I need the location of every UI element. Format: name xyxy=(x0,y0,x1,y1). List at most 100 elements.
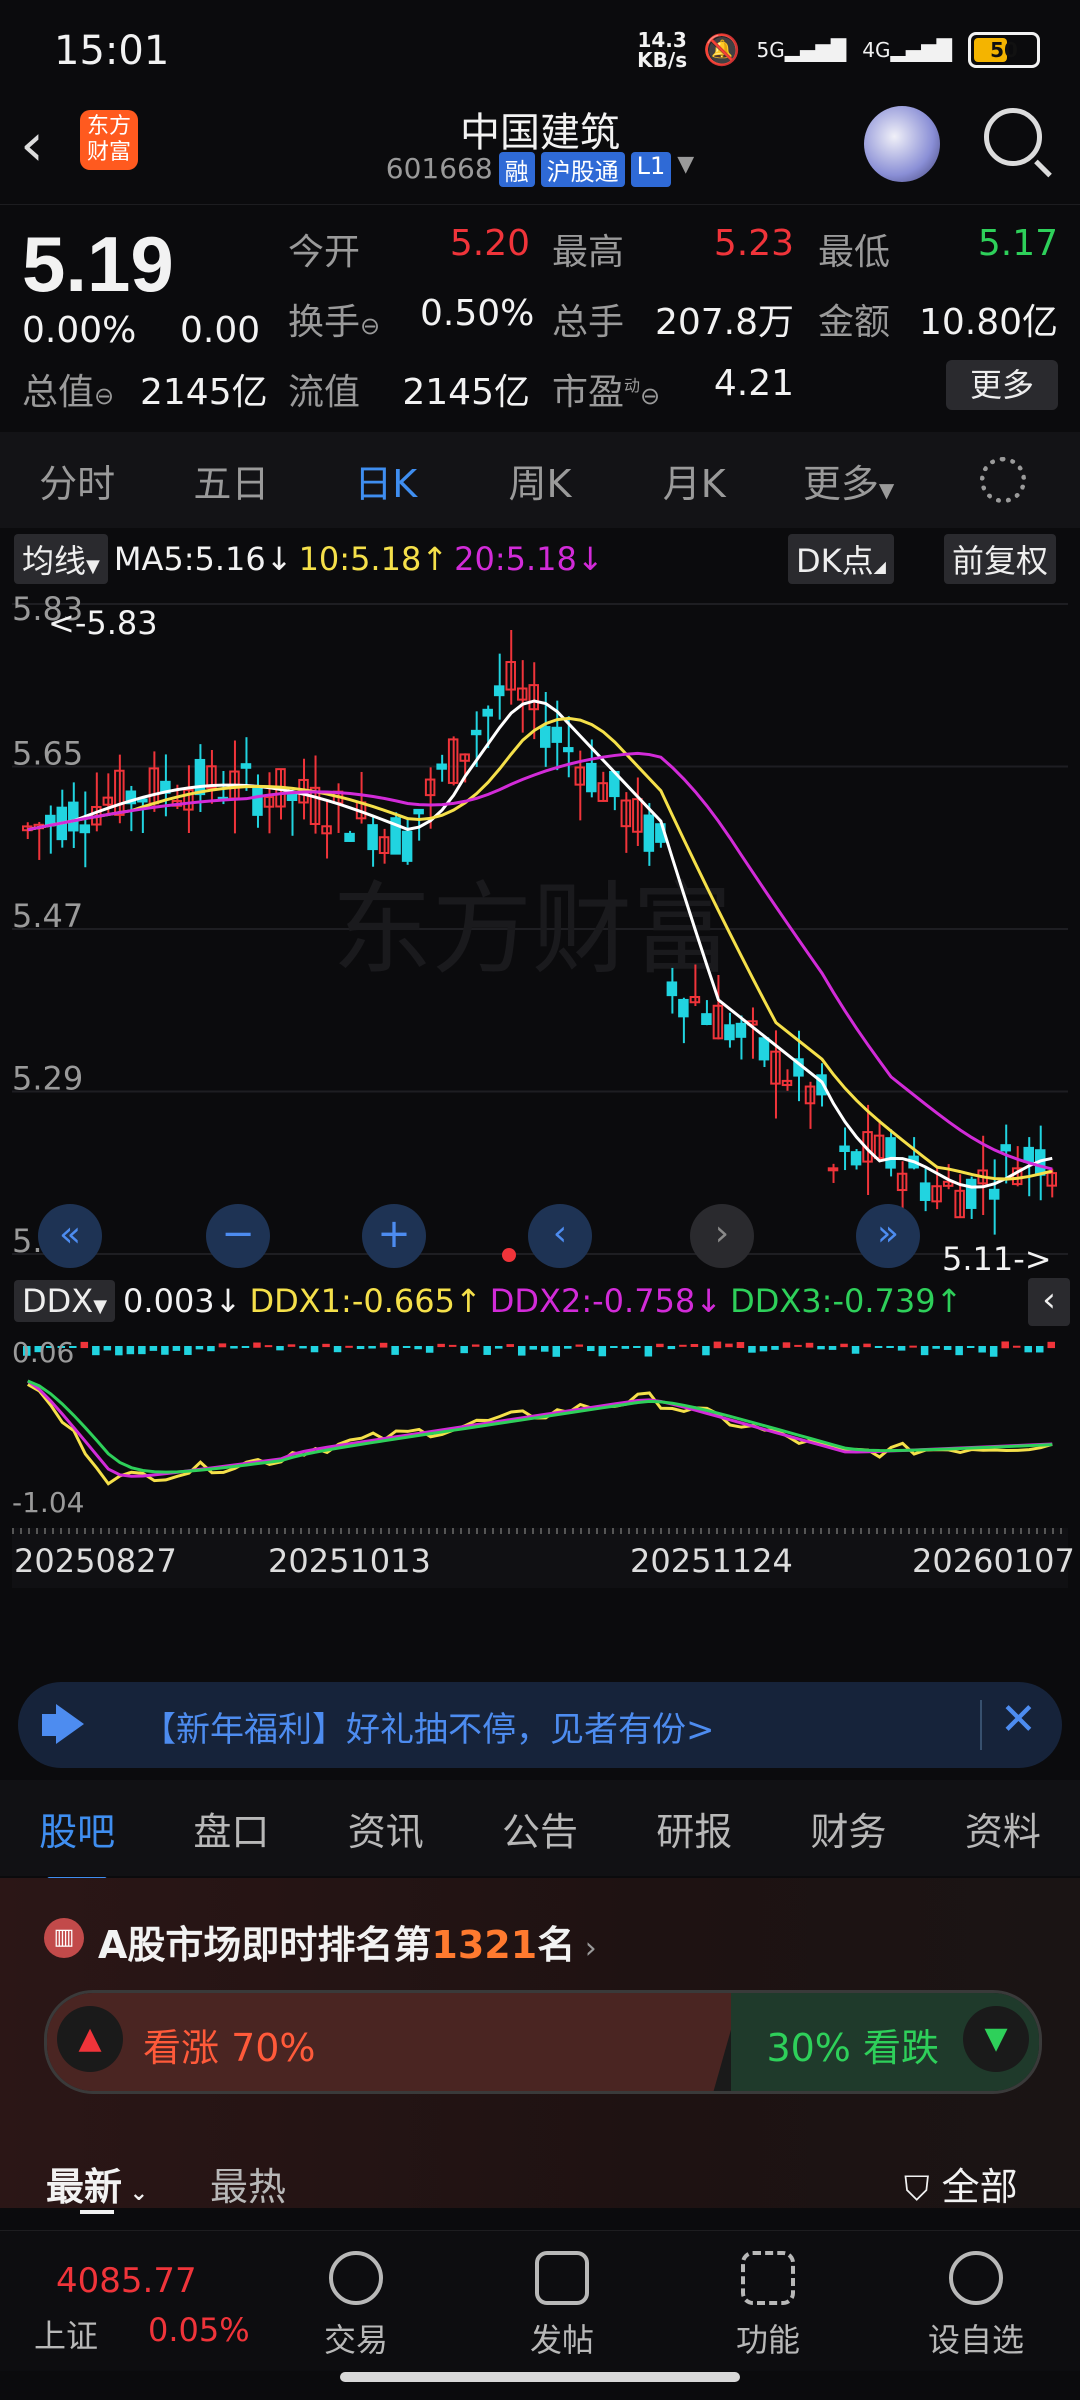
net-speed-value: 14.3 xyxy=(637,28,687,52)
signal-5g-icon: 5G▂▄▆█ xyxy=(756,38,847,62)
dk-point-button[interactable]: DK点◢ xyxy=(788,534,894,584)
index-change[interactable]: 0.05% xyxy=(148,2311,250,2349)
close-icon[interactable]: ✕ xyxy=(1000,1694,1037,1745)
filter-icon: ⛉ xyxy=(904,2169,930,2209)
ddx-bar xyxy=(437,1343,445,1348)
ddx-bar xyxy=(356,1346,365,1350)
candle-body xyxy=(724,1024,735,1041)
candle-body xyxy=(344,832,355,842)
nav-post[interactable]: 发帖 xyxy=(492,2251,632,2361)
period-tabs: 分时 五日 日K 周K 月K 更多▼ xyxy=(0,432,1080,528)
stock-code: 601668 xyxy=(385,152,493,185)
tab-daily-k[interactable]: 日K xyxy=(309,453,463,508)
bull-label: 看涨 70% xyxy=(143,2026,316,2070)
ind-y-bottom: -1.04 xyxy=(12,1486,84,1519)
more-quote-button[interactable]: 更多 xyxy=(946,360,1058,410)
y-tick-label: 5.47 xyxy=(12,897,83,935)
settings-button[interactable] xyxy=(926,457,1080,503)
tab-profile[interactable]: 资料 xyxy=(926,1801,1080,1856)
ddx-bar xyxy=(103,1346,112,1351)
ddx-bar xyxy=(932,1346,940,1349)
info-tabs: 股吧 盘口 资讯 公告 研报 财务 资料 xyxy=(0,1780,1080,1882)
tab-orderbook[interactable]: 盘口 xyxy=(154,1801,308,1856)
promo-notice[interactable]: 【新年福利】好礼抽不停，见者有份> ✕ xyxy=(18,1682,1062,1768)
ddx-bar xyxy=(402,1346,411,1348)
ddx-bar xyxy=(782,1342,791,1348)
sort-indicator xyxy=(80,2210,114,2214)
ddx-bar xyxy=(506,1344,514,1347)
candle-body xyxy=(563,747,574,753)
ma10-legend: 10:5.18↑ xyxy=(298,540,449,578)
zoom-in-icon[interactable]: + xyxy=(362,1204,426,1268)
candle-body xyxy=(839,1145,850,1153)
pe-value: 4.21 xyxy=(713,363,794,404)
y-tick-label: 5.29 xyxy=(12,1060,83,1098)
candle-body xyxy=(1023,1146,1034,1163)
ddx-bar xyxy=(184,1346,192,1355)
rank-chart-icon: ▥ xyxy=(44,1918,84,1958)
tab-announcements[interactable]: 公告 xyxy=(463,1801,617,1856)
candle-body xyxy=(1000,1144,1011,1152)
candle-body xyxy=(367,824,378,851)
index-name[interactable]: 上证 xyxy=(34,2311,98,2357)
ddx-bar xyxy=(920,1346,929,1356)
ddx-bar xyxy=(989,1346,998,1357)
connect-tag: 沪股通 xyxy=(540,152,625,187)
tab-monthly-k[interactable]: 月K xyxy=(617,453,771,508)
bearish-button[interactable]: ▼ xyxy=(963,2006,1029,2072)
sort-latest[interactable]: 最新 ⌄ xyxy=(46,2156,148,2211)
amount-value: 10.80亿 xyxy=(918,302,1058,343)
nav-add-watchlist[interactable]: 设自选 xyxy=(906,2251,1046,2361)
candle-body xyxy=(586,762,597,793)
prev-icon[interactable]: ‹ xyxy=(528,1204,592,1268)
next-icon[interactable]: › xyxy=(690,1204,754,1268)
market-rank[interactable]: A股市场即时排名第1321名 › xyxy=(98,1914,597,1969)
candle-body xyxy=(540,726,551,748)
tab-forum[interactable]: 股吧 xyxy=(0,1801,154,1882)
adjust-button[interactable]: 前复权 xyxy=(944,534,1057,584)
fast-forward-icon[interactable]: » xyxy=(856,1204,920,1268)
tab-financials[interactable]: 财务 xyxy=(771,1801,925,1856)
rewind-icon[interactable]: « xyxy=(38,1204,102,1268)
candle-body xyxy=(401,830,413,862)
index-value[interactable]: 4085.77 xyxy=(56,2261,197,2301)
tab-research[interactable]: 研报 xyxy=(617,1801,771,1856)
robot-assistant-icon[interactable] xyxy=(864,106,940,182)
indicator-selector-button[interactable]: DDX▼ xyxy=(14,1280,116,1322)
position-dot xyxy=(502,1248,516,1262)
mute-icon: 🔕 xyxy=(703,32,741,68)
ddx-bar xyxy=(299,1346,307,1349)
tab-more[interactable]: 更多▼ xyxy=(771,453,925,508)
ind-y-top: 0.06 xyxy=(12,1336,74,1369)
tab-five-day[interactable]: 五日 xyxy=(154,453,308,508)
search-icon[interactable] xyxy=(984,108,1042,166)
candle-body xyxy=(493,685,505,697)
tab-news[interactable]: 资讯 xyxy=(309,1801,463,1856)
bullish-button[interactable]: ▲ xyxy=(57,2006,123,2072)
filter-all[interactable]: ⛉ 全部 xyxy=(904,2156,1018,2211)
ddx-bar xyxy=(817,1346,825,1350)
float-label: 流值 xyxy=(288,372,361,413)
nav-functions[interactable]: 功能 xyxy=(698,2251,838,2361)
zoom-out-icon[interactable]: − xyxy=(206,1204,270,1268)
ddx-indicator-chart[interactable]: 0.06 -1.04 xyxy=(12,1332,1068,1522)
ddx-bar xyxy=(621,1346,630,1349)
last-price: 5.19 xyxy=(22,220,174,308)
collapse-icon[interactable]: ‹ xyxy=(1028,1278,1070,1326)
tab-minute[interactable]: 分时 xyxy=(0,453,154,508)
turnover-label: 换手⊖ xyxy=(288,302,381,343)
yen-icon xyxy=(329,2251,383,2305)
nav-trade[interactable]: 交易 xyxy=(286,2251,426,2361)
tab-weekly-k[interactable]: 周K xyxy=(463,453,617,508)
candle-body xyxy=(643,814,655,852)
ddx-bar xyxy=(264,1345,273,1348)
ddx-bar xyxy=(310,1346,319,1353)
candle-body xyxy=(551,726,563,743)
ddx-bar xyxy=(471,1344,480,1347)
ddx-bar xyxy=(230,1346,238,1349)
ddx-bar xyxy=(541,1346,549,1352)
candlestick-chart[interactable]: 东方财富 5.835.655.475.295.11 <-5.83 5.11-> xyxy=(12,584,1068,1274)
kline-chart-area: 均线▼ MA5:5.16↓ 10:5.18↑ 20:5.18↓ DK点◢ 前复权… xyxy=(0,528,1080,1668)
sort-hot[interactable]: 最热 xyxy=(210,2156,286,2211)
ma-selector-button[interactable]: 均线▼ xyxy=(14,534,108,584)
